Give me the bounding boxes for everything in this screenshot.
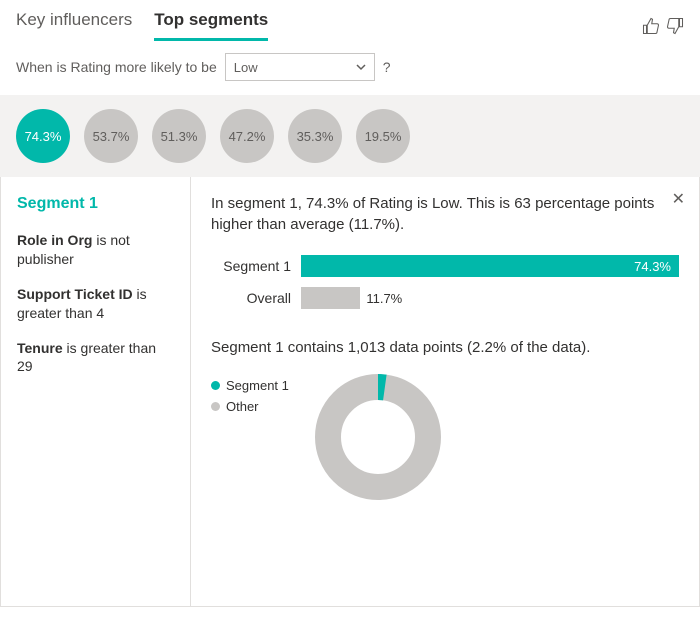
segment-bubble-4[interactable]: 47.2% xyxy=(220,109,274,163)
data-points-text: Segment 1 contains 1,013 data points (2.… xyxy=(211,339,679,356)
thumbs-down-icon[interactable] xyxy=(666,17,684,35)
condition-row: Support Ticket ID is greater than 4 xyxy=(17,285,174,323)
question-suffix: ? xyxy=(383,59,391,75)
segment-bubble-6[interactable]: 19.5% xyxy=(356,109,410,163)
legend-other: Other xyxy=(211,399,289,414)
segment-title: Segment 1 xyxy=(17,195,174,213)
legend-label: Other xyxy=(226,399,259,414)
tabs: Key influencers Top segments xyxy=(16,10,268,41)
detail-charts: ✕ In segment 1, 74.3% of Rating is Low. … xyxy=(191,177,699,606)
bar-label: Segment 1 xyxy=(211,258,301,274)
condition-row: Role in Org is not publisher xyxy=(17,231,174,269)
segment-bubble-3[interactable]: 51.3% xyxy=(152,109,206,163)
condition-field: Role in Org xyxy=(17,232,92,248)
donut-legend: Segment 1 Other xyxy=(211,378,289,420)
donut-chart-wrap: Segment 1 Other xyxy=(211,372,679,502)
bar-chart: Segment 1 74.3% Overall 11.7% xyxy=(211,255,679,309)
bar-fill-segment: 74.3% xyxy=(301,255,679,277)
legend-label: Segment 1 xyxy=(226,378,289,393)
question-prefix: When is Rating more likely to be xyxy=(16,59,217,75)
legend-swatch-icon xyxy=(211,402,220,411)
summary-text: In segment 1, 74.3% of Rating is Low. Th… xyxy=(211,193,679,235)
donut-chart xyxy=(313,372,443,502)
detail-panel: Segment 1 Role in Org is not publisher S… xyxy=(0,177,700,607)
segment-bubble-1[interactable]: 74.3% xyxy=(16,109,70,163)
segments-strip: 74.3% 53.7% 51.3% 47.2% 35.3% 19.5% xyxy=(0,95,700,177)
bar-row-segment: Segment 1 74.3% xyxy=(211,255,679,277)
segment-bubble-2[interactable]: 53.7% xyxy=(84,109,138,163)
bar-value: 74.3% xyxy=(634,259,671,274)
tab-top-segments[interactable]: Top segments xyxy=(154,10,268,41)
legend-segment: Segment 1 xyxy=(211,378,289,393)
tab-key-influencers[interactable]: Key influencers xyxy=(16,10,132,41)
detail-conditions: Segment 1 Role in Org is not publisher S… xyxy=(1,177,191,606)
dropdown-value: Low xyxy=(234,60,258,75)
header: Key influencers Top segments xyxy=(0,0,700,41)
condition-field: Tenure xyxy=(17,340,63,356)
condition-row: Tenure is greater than 29 xyxy=(17,339,174,377)
question-row: When is Rating more likely to be Low ? xyxy=(0,41,700,95)
segment-bubble-5[interactable]: 35.3% xyxy=(288,109,342,163)
bar-value: 11.7% xyxy=(360,287,402,309)
feedback-controls xyxy=(642,17,684,35)
bar-fill-overall xyxy=(301,287,360,309)
legend-swatch-icon xyxy=(211,381,220,390)
bar-label: Overall xyxy=(211,290,301,306)
rating-dropdown[interactable]: Low xyxy=(225,53,375,81)
chevron-down-icon xyxy=(356,62,366,72)
close-icon[interactable]: ✕ xyxy=(672,189,685,209)
condition-field: Support Ticket ID xyxy=(17,286,133,302)
thumbs-up-icon[interactable] xyxy=(642,17,660,35)
bar-row-overall: Overall 11.7% xyxy=(211,287,679,309)
